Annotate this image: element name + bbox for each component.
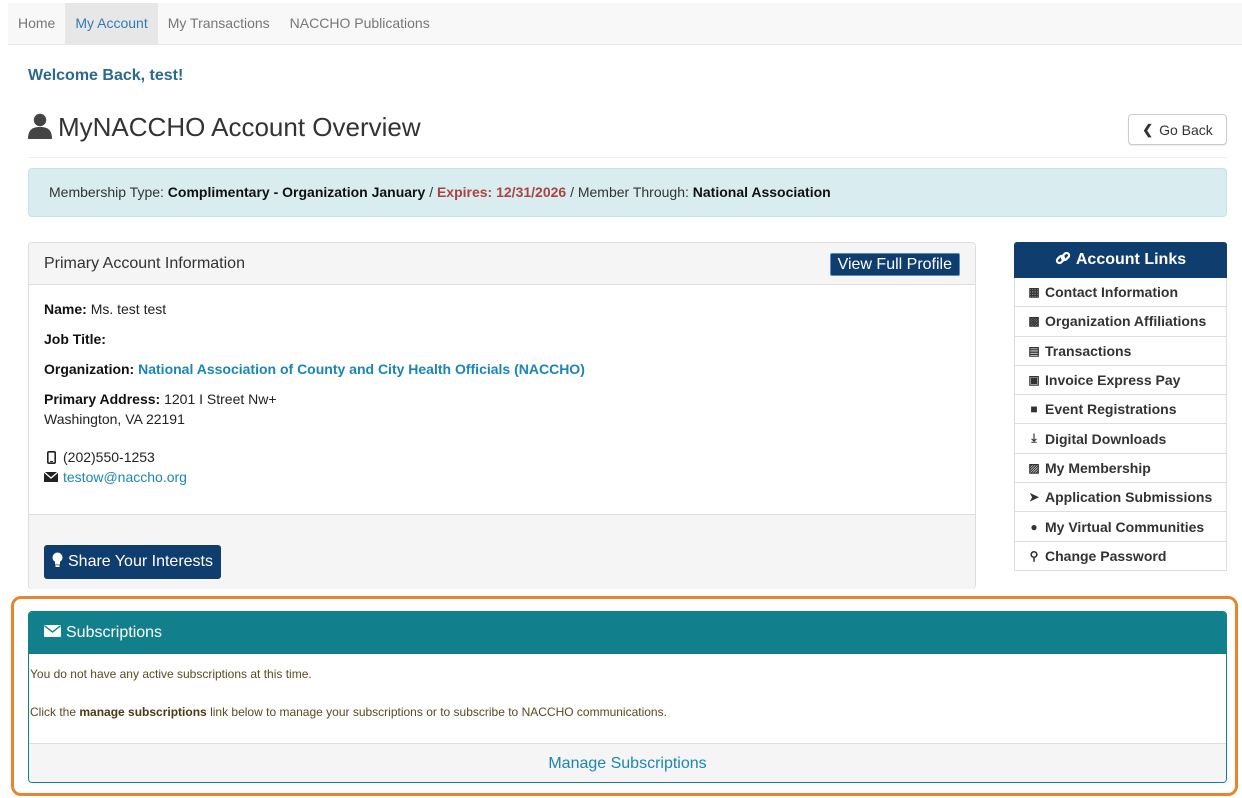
link-label: Organization Affiliations [1045,313,1207,330]
chevron-left-icon: ❮ [1142,121,1154,137]
building-icon: ▩ [1028,314,1040,329]
membership-separator: / [429,184,434,200]
link-invoice-express-pay[interactable]: ▣ Invoice Express Pay [1014,365,1227,396]
address-row: Primary Address: 1201 I Street Nw+ Washi… [44,389,960,429]
link-label: Transactions [1045,342,1132,359]
instructions-post: link below to manage your subscriptions … [210,705,667,719]
share-interests-button[interactable]: Share Your Interests [44,545,221,579]
link-label: Application Submissions [1045,489,1213,506]
primary-account-title: Primary Account Information [44,255,245,272]
name-row: Name: Ms. test test [44,299,960,319]
email-link[interactable]: testow@naccho.org [63,467,187,487]
view-full-profile-button[interactable]: View Full Profile [829,253,960,276]
instructions-bold: manage subscriptions [79,705,207,719]
link-organization-affiliations[interactable]: ▩ Organization Affiliations [1014,307,1227,337]
link-label: My Virtual Communities [1045,518,1205,535]
manage-instructions-text: Click the manage subscriptions link belo… [30,705,667,719]
link-label: Event Registrations [1045,401,1177,418]
subscriptions-panel: Subscriptions You do not have any active… [28,611,1227,783]
key-icon: ⚲ [1029,548,1039,563]
nav-my-transactions[interactable]: My Transactions [158,3,280,44]
manage-subscriptions-link[interactable]: Manage Subscriptions [548,755,706,773]
address-line2: Washington, VA 22191 [44,411,185,427]
envelope-icon [44,624,61,642]
primary-account-body: Name: Ms. test test Job Title: Organizat… [29,285,975,487]
cart-icon: ▣ [1028,373,1040,388]
go-back-label: Go Back [1159,121,1213,138]
member-through-value: National Association [692,184,831,200]
link-my-membership[interactable]: ▨ My Membership [1014,453,1227,484]
membership-expires: Expires: 12/31/2026 [436,184,567,200]
link-label: Digital Downloads [1045,430,1167,447]
membership-banner: Membership Type: Complimentary - Organiz… [28,168,1227,217]
link-my-virtual-communities[interactable]: ● My Virtual Communities [1014,512,1227,542]
nav-naccho-publications[interactable]: NACCHO Publications [280,3,440,44]
name-label: Name: [44,301,87,317]
mobile-phone-icon [44,450,58,464]
go-back-button[interactable]: ❮ Go Back [1128,114,1227,145]
link-contact-information[interactable]: ▦ Contact Information [1014,278,1227,308]
account-links-header: Account Links [1014,242,1227,278]
download-icon: ⤓ [1031,431,1037,446]
paper-plane-icon: ➤ [1028,490,1040,505]
nav-my-account[interactable]: My Account [65,3,158,44]
nav-home[interactable]: Home [8,3,65,44]
subscriptions-header: Subscriptions [29,612,1226,654]
organization-label: Organization: [44,361,135,377]
contact-block: (202)550-1253 testow@naccho.org [44,447,960,487]
link-label: Invoice Express Pay [1045,372,1181,389]
share-interests-label: Share Your Interests [68,553,213,570]
account-links-panel: Account Links ▦ Contact Information ▩ Orga… [1014,242,1227,571]
membership-type-value: Complimentary - Organization January [167,184,426,200]
address-label: Primary Address: [44,391,161,407]
address-line1: 1201 I Street Nw+ [164,391,277,407]
calendar-icon: ■ [1030,402,1038,417]
top-nav: Home My Account My Transactions NACCHO P… [8,3,1242,45]
welcome-message: Welcome Back, test! [28,67,184,84]
email-row: testow@naccho.org [44,467,960,487]
lightbulb-icon [52,552,63,573]
membership-type-label: Membership Type: [49,184,164,200]
link-label: Contact Information [1045,284,1178,301]
phone-value: (202)550-1253 [63,449,155,465]
primary-account-header: Primary Account Information View Full Pr… [29,243,975,285]
name-value: Ms. test test [90,301,167,317]
organization-link[interactable]: National Association of County and City … [138,361,585,377]
link-label: My Membership [1045,459,1151,476]
id-badge-icon: ▨ [1028,460,1040,475]
link-label: Change Password [1045,547,1167,564]
instructions-pre: Click the [30,705,77,719]
link-transactions[interactable]: ▤ Transactions [1014,336,1227,366]
link-event-registrations[interactable]: ■ Event Registrations [1014,395,1227,425]
organization-row: Organization: National Association of Co… [44,359,960,379]
page-title: MyNACCHO Account Overview [28,112,421,143]
address-card-icon: ▦ [1028,285,1040,300]
job-title-row: Job Title: [44,329,960,349]
no-subscriptions-text: You do not have any active subscriptions… [30,667,312,681]
user-icon [28,113,52,142]
page-title-text: MyNACCHO Account Overview [58,112,421,142]
title-divider [28,157,1227,158]
users-icon: ● [1030,519,1038,534]
link-digital-downloads[interactable]: ⤓ Digital Downloads [1014,424,1227,454]
phone-row: (202)550-1253 [44,447,960,467]
primary-account-panel: Primary Account Information View Full Pr… [28,242,976,589]
link-application-submissions[interactable]: ➤ Application Submissions [1014,483,1227,513]
primary-account-footer: Share Your Interests [29,514,975,589]
subscriptions-footer: Manage Subscriptions [29,743,1226,782]
account-links-title: Account Links [1075,251,1187,268]
link-icon [1055,250,1071,271]
credit-card-icon: ▤ [1028,343,1040,358]
member-through-label: / Member Through: [570,184,689,200]
link-change-password[interactable]: ⚲ Change Password [1014,541,1227,571]
envelope-icon [44,472,58,482]
subscriptions-title: Subscriptions [66,624,163,641]
job-title-label: Job Title: [44,331,106,347]
